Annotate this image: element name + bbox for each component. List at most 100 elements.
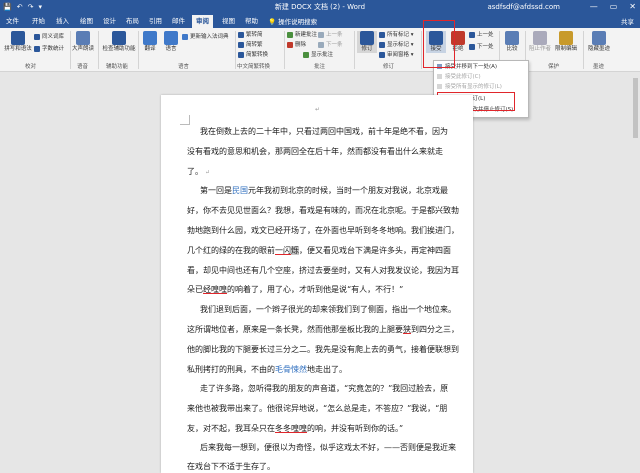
block-authors-button[interactable]: 阻止作者 xyxy=(528,31,552,53)
s2t-icon xyxy=(238,41,244,48)
text-line: 好，你不去见见世面么？我想，看戏是有味的，而况在北京呢。于是都兴致勃 xyxy=(187,206,459,216)
show-comments-button[interactable]: 显示批注 xyxy=(303,51,333,59)
text-segment: 后来我每一想到，便很以为奇怪，似乎这戏太不好，——否则便是我近来 xyxy=(200,443,456,452)
text-line: 看，却见中间也还有几个空座，挤过去要坐时，又有人对我发议论，我因为耳 xyxy=(187,266,459,276)
text-line: 他的脚比我的下腿要长过三分之二。我先是没有爬上去的勇气，接着便联想到 xyxy=(187,345,459,355)
markup-dropdown[interactable]: 所有标记 ▾ xyxy=(379,31,414,39)
lock-icon xyxy=(559,31,573,45)
check-accessibility-label: 检查辅助功能 xyxy=(102,46,136,52)
translate-button[interactable]: 翻译 xyxy=(141,31,159,53)
hide-ink-icon xyxy=(592,31,606,45)
text-segment: 我们退到后面，一个辫子很光的却来领我们到了侧面，指出一个地位来。 xyxy=(200,305,456,314)
tab-file[interactable]: 文件 xyxy=(6,16,19,26)
text-line: 这所谓地位者，原来是一条长凳，然而他那坐板比我的上腿要狭到四分之三， xyxy=(187,325,459,335)
translate-icon xyxy=(143,31,157,45)
menu-item-label: 接受所有显示的修订(L) xyxy=(445,84,502,90)
group-tracking-label: 修订 xyxy=(383,64,395,70)
update-ime-dictionary-button[interactable]: 更新输入法词典 xyxy=(182,33,229,41)
tab-mailings[interactable]: 邮件 xyxy=(172,16,185,26)
text-line: 朵已经喤喤的响着了，用了心，才听到他是说“有人，不行！” xyxy=(187,285,403,295)
new-comment-icon xyxy=(287,31,293,38)
read-aloud-label: 大声朗读 xyxy=(72,46,95,52)
new-comment-button[interactable]: 新建批注 xyxy=(287,31,317,39)
text-segment: 走了许多路，忽听得我的朋友的声音道，“究竟怎的？”我回过脸去，原 xyxy=(200,384,449,393)
t2s-label: 繁转简 xyxy=(246,32,263,38)
next-comment-icon xyxy=(318,41,324,48)
text-segment: 来他也被我带出来了。他很诧异地说，“怎么总是走，不答应？”我说，“朋 xyxy=(187,404,448,413)
block-authors-label: 阻止作者 xyxy=(528,46,551,52)
vertical-scrollbar[interactable] xyxy=(631,72,640,473)
text-line: 我在倒数上去的二十年中，只看过两回中国戏，前十年是绝不看，因为 xyxy=(200,127,448,137)
track-changes-icon xyxy=(360,31,374,45)
read-aloud-button[interactable]: 大声朗读 xyxy=(72,31,94,53)
text-segment: 到四分之三， xyxy=(411,325,459,334)
new-comment-label: 新建批注 xyxy=(295,32,318,38)
tab-draw[interactable]: 绘图 xyxy=(80,16,93,26)
tell-me-search[interactable]: 💡 操作说明搜索 xyxy=(268,16,317,26)
next-comment-button[interactable]: 下一条 xyxy=(318,41,343,49)
menu-item-accept-all-shown[interactable]: 接受所有显示的修订(L) xyxy=(437,83,527,92)
restore-button[interactable]: ▭ xyxy=(610,1,618,12)
compare-button[interactable]: 比较 xyxy=(503,31,521,53)
text-segment: 几个红的绿的在我的眼前 xyxy=(187,246,275,255)
reviewing-pane-label: 审阅窗格 xyxy=(387,52,410,58)
check-accessibility-button[interactable]: 检查辅助功能 xyxy=(102,31,136,53)
tab-home[interactable]: 开始 xyxy=(32,16,45,26)
user-account[interactable]: asdfsdf@afdssd.com xyxy=(487,2,560,12)
highlight-accept-button xyxy=(423,20,455,68)
tab-insert[interactable]: 插入 xyxy=(56,16,69,26)
block-authors-icon xyxy=(533,31,547,45)
close-button[interactable]: ✕ xyxy=(629,1,636,12)
restrict-editing-button[interactable]: 限制编辑 xyxy=(554,31,578,53)
group-accessibility-label: 辅助功能 xyxy=(106,64,129,70)
spelling-icon xyxy=(11,31,25,45)
accept-shown-icon xyxy=(437,84,442,89)
thesaurus-label: 同义词库 xyxy=(42,34,65,40)
group-ink-label: 墨迹 xyxy=(593,64,605,70)
spelling-button[interactable]: 拼写和语法 xyxy=(3,31,33,53)
text-segment-edited: 经喤喤 xyxy=(203,285,227,294)
tab-layout[interactable]: 布局 xyxy=(126,16,139,26)
group-separator xyxy=(138,31,139,69)
previous-change-button[interactable]: 上一处 xyxy=(469,31,494,39)
scrollbar-thumb[interactable] xyxy=(633,78,638,138)
group-chinese-label: 中文简繁转换 xyxy=(237,64,271,70)
convert-icon xyxy=(238,51,244,58)
simplified-to-traditional-button[interactable]: 简转繁 xyxy=(238,41,263,49)
text-segment-edited: 毛骨悚然 xyxy=(275,365,307,374)
menu-item-accept-this-change[interactable]: 接受此修订(C) xyxy=(437,73,527,82)
next-change-button[interactable]: 下一处 xyxy=(469,43,494,51)
language-button[interactable]: 语言 xyxy=(162,31,180,53)
previous-comment-button[interactable]: 上一条 xyxy=(318,31,343,39)
traditional-to-simplified-button[interactable]: 繁转简 xyxy=(238,31,263,39)
tab-design[interactable]: 设计 xyxy=(103,16,116,26)
tab-help[interactable]: 帮助 xyxy=(245,16,258,26)
hide-ink-label: 隐藏墨迹 xyxy=(587,46,610,52)
tab-view[interactable]: 视图 xyxy=(222,16,235,26)
minimize-button[interactable]: — xyxy=(590,1,598,12)
track-changes-button[interactable]: 修订 xyxy=(357,31,377,53)
language-label: 语言 xyxy=(165,46,177,52)
text-line: 走了许多路，忽听得我的朋友的声音道，“究竟怎的？”我回过脸去，原 xyxy=(200,384,448,394)
spelling-label: 拼写和语法 xyxy=(4,46,32,52)
margin-crop-mark xyxy=(180,115,190,125)
ime-dictionary-icon xyxy=(182,33,188,40)
delete-comment-label: 删除 xyxy=(295,42,307,48)
delete-comment-button[interactable]: 删除 xyxy=(287,41,306,49)
share-button[interactable]: 共享 xyxy=(621,16,634,26)
text-segment: 朵已 xyxy=(187,285,203,294)
text-segment: 地走出了。 xyxy=(307,365,347,374)
compare-label: 比较 xyxy=(506,46,518,52)
word-count-button[interactable]: 字数统计 xyxy=(34,45,64,53)
chinese-conversion-button[interactable]: 简繁转换 xyxy=(238,51,268,59)
show-markup-button[interactable]: 显示标记 ▾ xyxy=(379,41,414,49)
text-line: 私刑拷打的刑具，不由的毛骨悚然地走出了。 xyxy=(187,365,347,375)
text-segment: 我在倒数上去的二十年中，只看过两回中国戏，前十年是绝不看，因为 xyxy=(200,127,448,136)
text-line: 勃地跑到什么园，戏文已经开场了，在外面也早听到冬冬地响。我们挨进门， xyxy=(187,226,459,236)
text-line: 来他也被我带出来了。他很诧异地说，“怎么总是走，不答应？”我说，“朋 xyxy=(187,404,447,414)
thesaurus-button[interactable]: 同义词库 xyxy=(34,33,64,41)
hide-ink-button[interactable]: 隐藏墨迹 xyxy=(587,31,611,53)
tab-references[interactable]: 引用 xyxy=(149,16,162,26)
reviewing-pane-button[interactable]: 审阅窗格 ▾ xyxy=(379,51,414,59)
tab-review[interactable]: 审阅 xyxy=(192,15,213,28)
